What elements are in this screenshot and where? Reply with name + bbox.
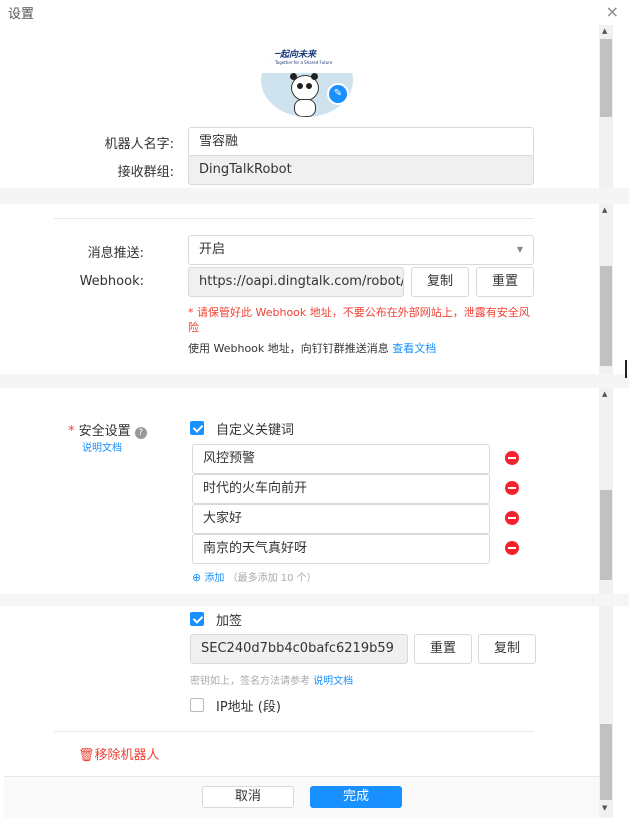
- scrollbar[interactable]: ▲: [599, 204, 613, 374]
- edit-avatar-icon[interactable]: ✎: [327, 83, 349, 105]
- webhook-copy-button[interactable]: 复制: [411, 267, 469, 297]
- remove-keyword-icon[interactable]: [505, 481, 519, 495]
- remove-keyword-icon[interactable]: [505, 511, 519, 525]
- dialog-title: 设置: [8, 7, 35, 22]
- scrollbar-thumb[interactable]: [600, 266, 612, 366]
- keyword-input[interactable]: 大家好: [192, 504, 490, 534]
- scroll-up-icon[interactable]: ▲: [602, 390, 607, 398]
- push-select[interactable]: 开启 ▼: [188, 235, 534, 265]
- sign-secret-field[interactable]: SEC240d7bb4c0bafc6219b59: [190, 634, 408, 664]
- security-doc-link[interactable]: 说明文档: [82, 439, 122, 454]
- webhook-reset-button[interactable]: 重置: [476, 267, 534, 297]
- webhook-doc-link[interactable]: 查看文档: [392, 342, 436, 355]
- add-circle-icon[interactable]: ⊕: [192, 571, 201, 584]
- scrollbar-thumb[interactable]: [600, 724, 612, 800]
- keyword-input[interactable]: 风控预警: [192, 444, 490, 474]
- required-mark: *: [68, 424, 75, 439]
- remove-keyword-icon[interactable]: [505, 451, 519, 465]
- scrollbar[interactable]: ▼: [599, 606, 613, 818]
- add-keyword-row: ⊕ 添加 （最多添加 10 个）: [192, 569, 317, 584]
- group-field: DingTalkRobot: [188, 155, 534, 185]
- avatar[interactable]: 一起向未来 Together for a Shared Future: [261, 43, 353, 117]
- panel-signature: 加签 SEC240d7bb4c0bafc6219b59 重置 复制 密钥如上，签…: [4, 606, 613, 818]
- sign-doc-link[interactable]: 说明文档: [313, 676, 353, 687]
- webhook-label: Webhook:: [79, 274, 144, 289]
- panel-robot-info: 一起向未来 Together for a Shared Future ✎ 机器人…: [4, 25, 613, 188]
- chevron-down-icon: ▼: [516, 245, 523, 254]
- webhook-usage-text: 使用 Webhook 地址，向钉钉群推送消息: [188, 342, 389, 355]
- robot-name-label: 机器人名字:: [104, 137, 174, 152]
- group-label: 接收群组:: [117, 165, 174, 180]
- panel-security: * 安全设置 ? 说明文档 自定义关键词 风控预警 时代的火车向前开 大家好 南…: [4, 388, 613, 594]
- security-label: 安全设置: [78, 424, 131, 439]
- keywords-label: 自定义关键词: [216, 423, 295, 438]
- keyword-input[interactable]: 南京的天气真好呀: [192, 534, 490, 564]
- add-keyword-link[interactable]: 添加: [204, 573, 224, 584]
- close-icon[interactable]: ×: [606, 2, 619, 21]
- remove-robot-label: 移除机器人: [94, 748, 160, 763]
- push-label: 消息推送:: [87, 246, 144, 261]
- scrollbar-thumb[interactable]: [600, 39, 612, 117]
- webhook-usage-note: 使用 Webhook 地址，向钉钉群推送消息 查看文档: [188, 340, 436, 356]
- scrollbar-thumb[interactable]: [600, 490, 612, 580]
- push-select-value: 开启: [199, 242, 226, 257]
- avatar-banner-text: 一起向未来: [271, 50, 317, 60]
- ip-label: IP地址 (段): [216, 700, 281, 715]
- keywords-checkbox[interactable]: [190, 421, 204, 435]
- avatar-sub-text: Together for a Shared Future: [275, 60, 333, 65]
- security-label-row: * 安全设置 ?: [68, 420, 147, 439]
- remove-robot-link[interactable]: 🗑移除机器人: [78, 744, 160, 763]
- scroll-down-icon[interactable]: ▼: [602, 804, 607, 812]
- sign-hint-text: 密钥如上，签名方法请参考: [190, 676, 310, 687]
- add-keyword-hint: （最多添加 10 个）: [227, 573, 317, 584]
- trash-icon: 🗑: [78, 748, 95, 763]
- sign-copy-button[interactable]: 复制: [478, 634, 536, 664]
- dialog-footer: [4, 777, 599, 818]
- keyword-input[interactable]: 时代的火车向前开: [192, 474, 490, 504]
- cancel-button[interactable]: 取消: [202, 786, 294, 808]
- sign-reset-button[interactable]: 重置: [414, 634, 472, 664]
- scroll-up-icon[interactable]: ▲: [602, 27, 607, 35]
- webhook-field[interactable]: https://oapi.dingtalk.com/robot/send?acc…: [188, 267, 404, 297]
- sign-label: 加签: [216, 614, 243, 629]
- scrollbar[interactable]: ▲: [599, 25, 613, 188]
- help-icon[interactable]: ?: [134, 427, 147, 439]
- robot-name-input[interactable]: 雪容融: [188, 127, 534, 157]
- scroll-up-icon[interactable]: ▲: [602, 206, 607, 214]
- done-button[interactable]: 完成: [310, 786, 402, 808]
- sign-checkbox[interactable]: [190, 612, 204, 626]
- ip-checkbox[interactable]: [190, 698, 204, 712]
- remove-keyword-icon[interactable]: [505, 541, 519, 555]
- panel-push: 消息推送: 开启 ▼ Webhook: https://oapi.dingtal…: [4, 204, 613, 374]
- webhook-warning: * 请保管好此 Webhook 地址，不要公布在外部网站上，泄露有安全风险: [188, 306, 530, 334]
- scrollbar[interactable]: ▲: [599, 388, 613, 594]
- sign-hint-row: 密钥如上，签名方法请参考 说明文档: [190, 672, 353, 687]
